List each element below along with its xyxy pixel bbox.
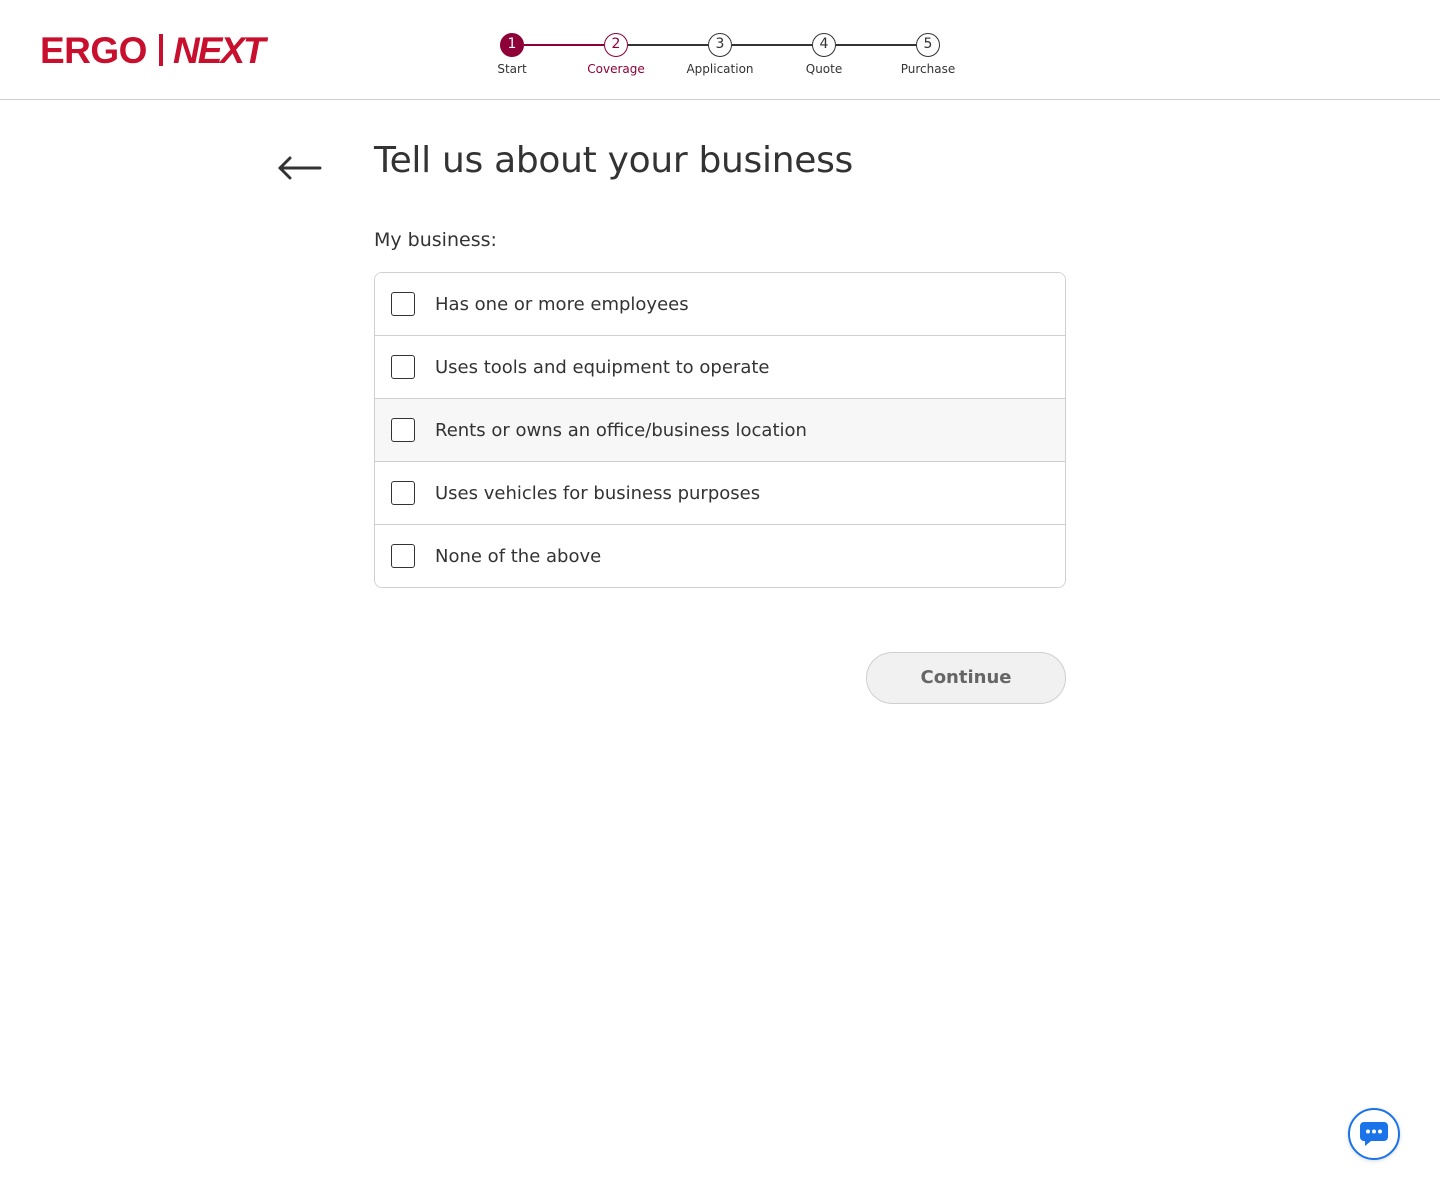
step-connector-2 xyxy=(628,44,708,46)
option-label: None of the above xyxy=(435,545,602,567)
business-options-list: Has one or more employees Uses tools and… xyxy=(374,272,1066,588)
progress-stepper: 1 2 3 4 5 Start Coverage Application Quo… xyxy=(0,0,1440,100)
continue-button[interactable]: Continue xyxy=(866,652,1066,704)
option-vehicles[interactable]: Uses vehicles for business purposes xyxy=(375,461,1065,524)
step-5-label: Purchase xyxy=(900,62,956,76)
option-label: Uses vehicles for business purposes xyxy=(435,482,761,504)
step-3-label: Application xyxy=(686,62,754,76)
checkbox[interactable] xyxy=(391,355,415,379)
step-4-label: Quote xyxy=(805,62,843,76)
step-connector-1 xyxy=(524,44,604,46)
checkbox[interactable] xyxy=(391,481,415,505)
option-label: Uses tools and equipment to operate xyxy=(435,356,770,378)
option-office-location[interactable]: Rents or owns an office/business locatio… xyxy=(375,398,1065,461)
step-2-circle: 2 xyxy=(604,33,628,57)
option-none[interactable]: None of the above xyxy=(375,524,1065,587)
option-label: Has one or more employees xyxy=(435,293,689,315)
option-employees[interactable]: Has one or more employees xyxy=(375,273,1065,335)
header: ERGO NEXT 1 2 3 4 5 Start Coverage Appli… xyxy=(0,0,1440,100)
chat-button[interactable] xyxy=(1348,1108,1400,1160)
step-2-label: Coverage xyxy=(587,62,645,76)
checkbox[interactable] xyxy=(391,544,415,568)
step-4-circle: 4 xyxy=(812,33,836,57)
step-connector-4 xyxy=(836,44,916,46)
step-5-circle: 5 xyxy=(916,33,940,57)
question-label: My business: xyxy=(374,229,497,251)
option-label: Rents or owns an office/business locatio… xyxy=(435,419,807,441)
page-title: Tell us about your business xyxy=(374,140,853,181)
step-3-circle: 3 xyxy=(708,33,732,57)
step-connector-3 xyxy=(732,44,812,46)
arrow-left-icon xyxy=(278,156,322,180)
back-button[interactable] xyxy=(276,152,324,184)
chat-bubble-icon xyxy=(1360,1122,1388,1146)
step-1-label: Start xyxy=(497,62,527,76)
step-1-circle: 1 xyxy=(500,33,524,57)
option-tools-equipment[interactable]: Uses tools and equipment to operate xyxy=(375,335,1065,398)
checkbox[interactable] xyxy=(391,418,415,442)
checkbox[interactable] xyxy=(391,292,415,316)
